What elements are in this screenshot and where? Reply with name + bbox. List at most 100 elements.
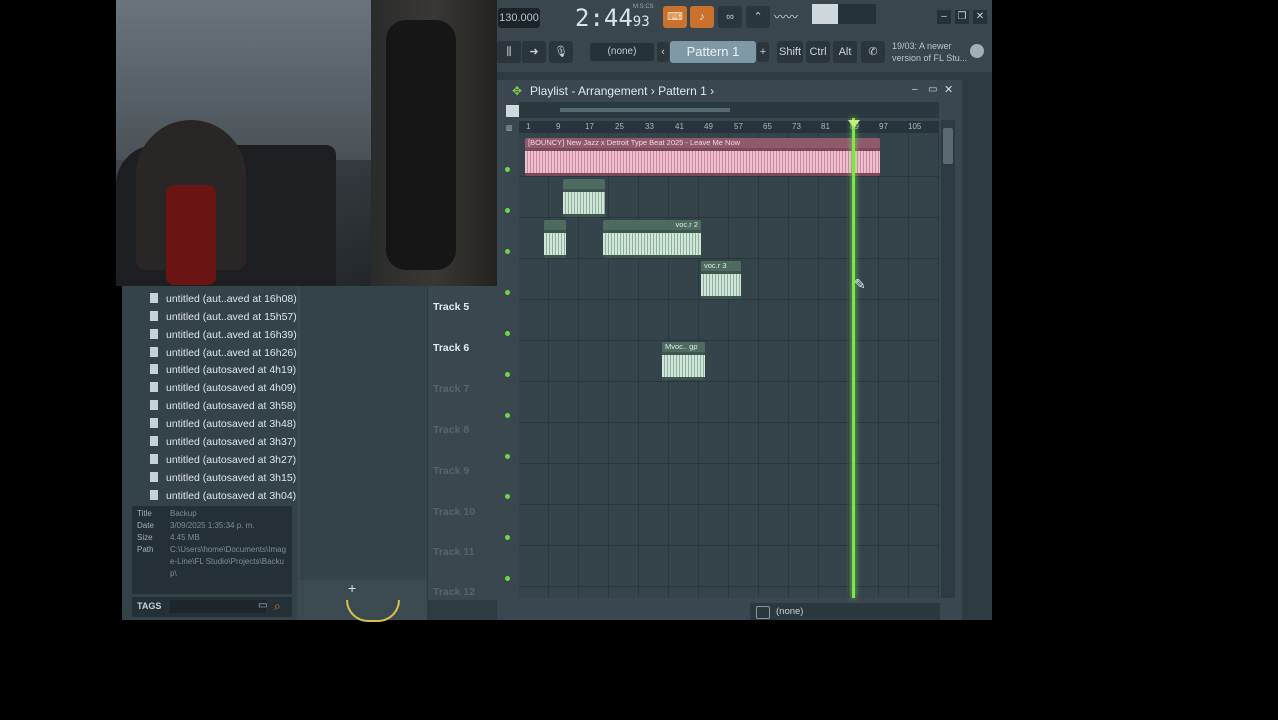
info-date-label: Date: [137, 521, 154, 530]
alt-key-button[interactable]: Alt: [833, 41, 857, 63]
folder-icon[interactable]: ▭: [258, 600, 267, 611]
mixer-icon[interactable]: ⫼: [497, 41, 521, 63]
tags-input[interactable]: [170, 600, 266, 613]
list-item[interactable]: untitled (autosaved at 3h04): [150, 487, 300, 505]
ruler-tick: 9: [556, 122, 561, 131]
snap-icon[interactable]: ▥: [506, 124, 513, 132]
playlist-minimize-icon[interactable]: –: [912, 84, 918, 95]
bottom-selector[interactable]: (none): [776, 603, 803, 620]
ruler-tick: 41: [675, 122, 684, 131]
list-item[interactable]: untitled (autosaved at 3h58): [150, 397, 300, 415]
list-item[interactable]: untitled (autosaved at 3h48): [150, 415, 300, 433]
restore-icon[interactable]: ❐: [955, 10, 969, 24]
output-icon[interactable]: [756, 606, 770, 619]
waveform-monitor-icon: 〰〰: [774, 10, 799, 24]
track-mute-led[interactable]: [505, 249, 510, 254]
audio-clip[interactable]: [563, 179, 605, 217]
playlist-vertical-scrollbar[interactable]: [941, 120, 955, 598]
file-icon: [150, 329, 158, 339]
add-channel-icon[interactable]: +: [348, 580, 356, 596]
list-item[interactable]: untitled (autosaved at 4h19): [150, 361, 300, 379]
track-label-5[interactable]: Track 5: [433, 301, 469, 313]
track-mute-led[interactable]: [505, 208, 510, 213]
tempo-display[interactable]: 130.000: [498, 8, 540, 28]
microphone-icon[interactable]: 🎙: [549, 41, 573, 63]
file-icon: [150, 490, 158, 500]
track-mute-led[interactable]: [505, 576, 510, 581]
audio-clip[interactable]: [544, 220, 566, 258]
metronome-icon[interactable]: ⌃: [746, 6, 770, 28]
info-size-label: Size: [137, 533, 153, 542]
loop-record-icon[interactable]: ∞: [718, 6, 742, 28]
track-mute-led[interactable]: [505, 290, 510, 295]
track-divider: [519, 545, 939, 546]
minimize-icon[interactable]: –: [937, 10, 951, 24]
pattern-add-icon[interactable]: +: [757, 42, 769, 62]
track-divider: [519, 217, 939, 218]
news-ticker[interactable]: 19/03: A newer version of FL Stu...: [892, 40, 970, 64]
track-mute-led[interactable]: [505, 454, 510, 459]
globe-icon[interactable]: [970, 44, 984, 58]
ruler-tick: 1: [526, 122, 531, 131]
file-info-panel: Title Backup Date 3/09/2025 1:35:34 p. m…: [132, 506, 292, 594]
playlist-title: Playlist - Arrangement › Pattern 1 ›: [530, 84, 715, 98]
typing-keyboard-icon[interactable]: ⌨: [663, 6, 687, 28]
track-label-8[interactable]: Track 8: [433, 424, 469, 436]
playhead[interactable]: [852, 118, 855, 598]
list-item[interactable]: untitled (aut..aved at 16h26): [150, 344, 300, 362]
track-divider: [519, 176, 939, 177]
shift-key-button[interactable]: Shift: [777, 41, 803, 63]
playlist-arrow-icon[interactable]: ✥: [512, 84, 522, 98]
scrollbar-thumb[interactable]: [943, 128, 953, 164]
arrow-right-icon[interactable]: ➜: [522, 41, 546, 63]
time-unit-label: M:S:CS: [633, 4, 654, 10]
track-label-7[interactable]: Track 7: [433, 383, 469, 395]
waveform: [662, 355, 705, 377]
list-item[interactable]: untitled (autosaved at 3h37): [150, 433, 300, 451]
playlist-close-icon[interactable]: ✕: [944, 83, 953, 96]
ruler-tick: 33: [645, 122, 654, 131]
list-item[interactable]: untitled (aut..aved at 16h39): [150, 326, 300, 344]
file-icon: [150, 400, 158, 410]
audio-clip-vocal-small[interactable]: Mvoc.. gp: [662, 342, 705, 380]
list-item[interactable]: untitled (aut..aved at 16h08): [150, 290, 300, 308]
track-mute-led[interactable]: [505, 372, 510, 377]
track-label-10[interactable]: Track 10: [433, 506, 475, 518]
track-label-12[interactable]: Track 12: [433, 586, 475, 598]
step-edit-icon[interactable]: ♪: [690, 6, 714, 28]
track-mute-led[interactable]: [505, 331, 510, 336]
audio-clip-main[interactable]: [BOUNCY] New Jazz x Detroit Type Beat 20…: [525, 138, 880, 176]
ctrl-key-button[interactable]: Ctrl: [806, 41, 830, 63]
list-item[interactable]: untitled (autosaved at 3h27): [150, 451, 300, 469]
audio-clip-vocal-2[interactable]: voc.r 2: [603, 220, 701, 258]
timeline-ruler[interactable]: [519, 121, 939, 133]
search-icon[interactable]: ⌕: [274, 599, 281, 614]
piano-icon[interactable]: [506, 105, 520, 117]
track-label-9[interactable]: Track 9: [433, 465, 469, 477]
memory-meter: [838, 4, 876, 24]
close-icon[interactable]: ✕: [973, 10, 987, 24]
list-item[interactable]: untitled (aut..aved at 15h57): [150, 308, 300, 326]
pattern-name[interactable]: Pattern 1: [670, 41, 756, 63]
news-icon[interactable]: ✆: [861, 41, 885, 63]
track-mute-led[interactable]: [505, 167, 510, 172]
track-mute-led[interactable]: [505, 413, 510, 418]
track-divider: [519, 258, 939, 259]
track-label-6[interactable]: Track 6: [433, 342, 469, 354]
tags-bar: TAGS ▭ ⌕: [132, 597, 292, 617]
track-mute-led[interactable]: [505, 535, 510, 540]
pattern-selector[interactable]: (none): [590, 43, 654, 61]
file-icon: [150, 364, 158, 374]
ruler-tick: 65: [763, 122, 772, 131]
clip-title: [BOUNCY] New Jazz x Detroit Type Beat 20…: [525, 138, 880, 148]
track-mute-led[interactable]: [505, 494, 510, 499]
playhead-marker-icon[interactable]: [848, 120, 860, 128]
audio-clip-vocal-3[interactable]: voc.r 3: [701, 261, 741, 299]
list-item[interactable]: untitled (autosaved at 3h15): [150, 469, 300, 487]
playlist-maximize-icon[interactable]: ▭: [928, 84, 937, 95]
pattern-prev-icon[interactable]: ‹: [657, 42, 669, 62]
track-label-11[interactable]: Track 11: [433, 546, 474, 558]
webcam-red-object: [166, 185, 216, 285]
list-item[interactable]: untitled (autosaved at 4h09): [150, 379, 300, 397]
info-path-label: Path: [137, 545, 154, 554]
